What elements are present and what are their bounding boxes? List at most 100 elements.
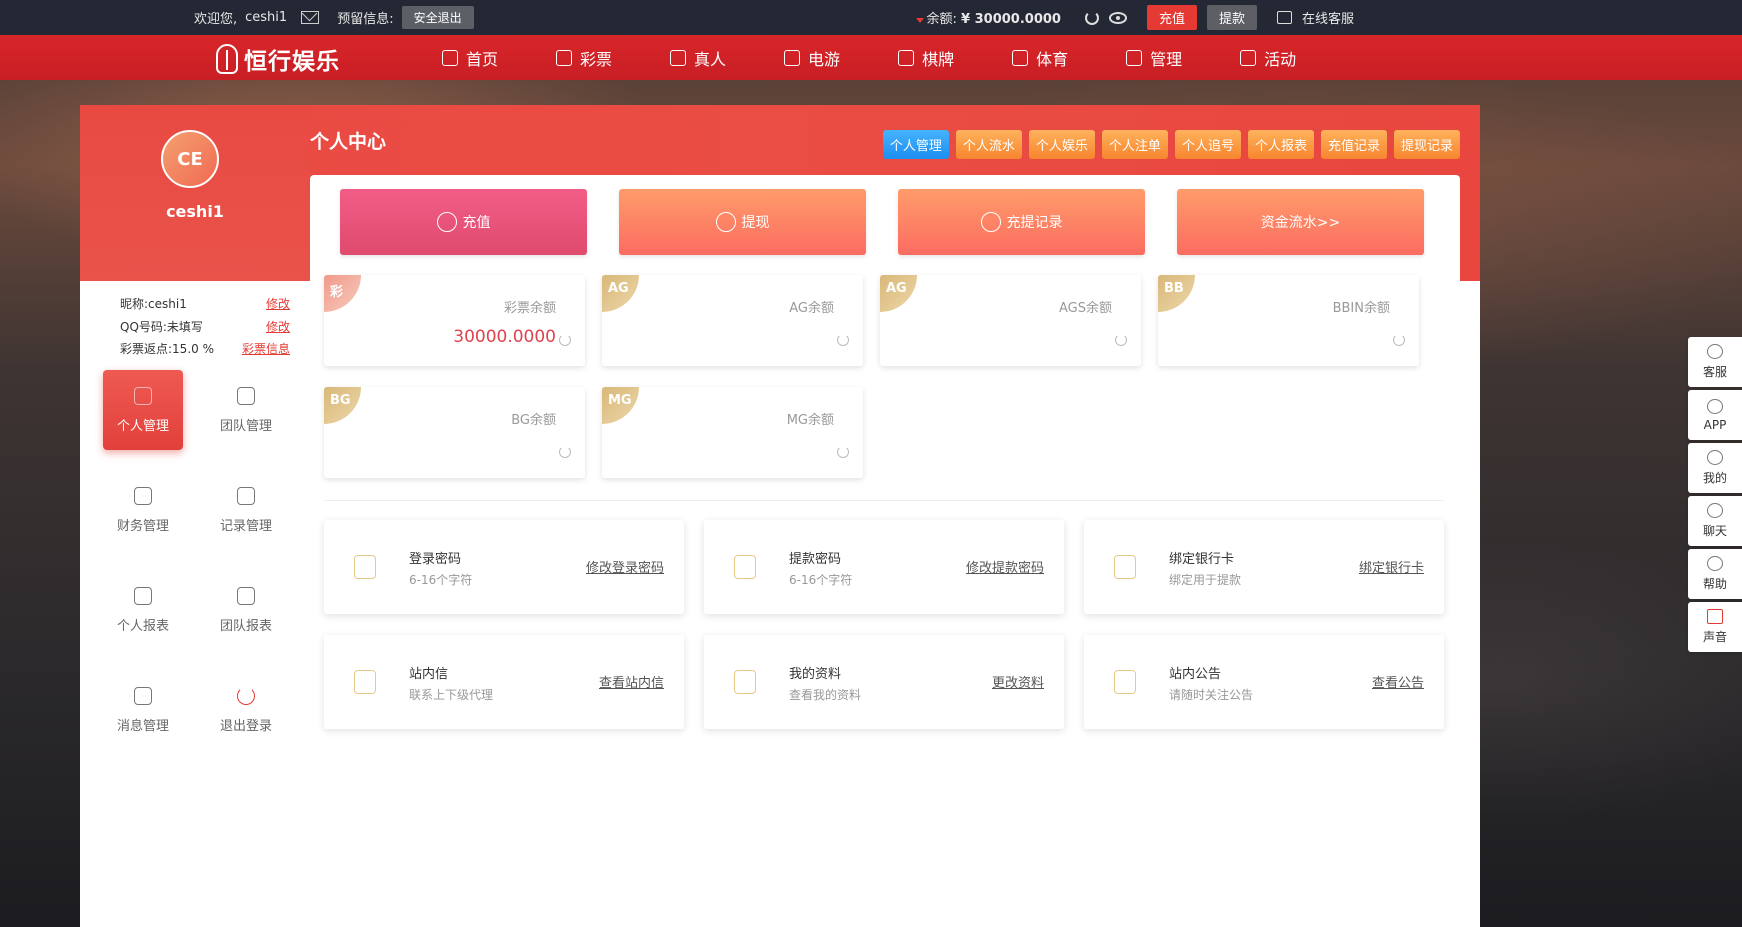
sidebar-menu-item-1[interactable]: 团队管理 (206, 370, 286, 450)
nav-item-6[interactable]: 管理 (1126, 46, 1182, 70)
float-app[interactable]: APP (1688, 390, 1742, 440)
speaker-icon (1114, 670, 1136, 694)
recharge-button[interactable]: 充值 (1146, 5, 1197, 30)
sidebar-menu-item-5[interactable]: 团队报表 (206, 570, 286, 650)
eye-icon[interactable] (1108, 11, 1127, 24)
tab-6[interactable]: 充值记录 (1320, 130, 1387, 159)
welcome-text: 欢迎您, (194, 12, 238, 27)
menu-item-label: 财务管理 (116, 518, 169, 534)
float-label: 客服 (1702, 365, 1727, 379)
action-button-3[interactable]: 资金流水>> (1177, 189, 1424, 255)
logout-button[interactable]: 安全退出 (401, 6, 474, 29)
profile-info-row: QQ号码:未填写 修改 (120, 318, 290, 335)
nav-item-3[interactable]: 电游 (784, 46, 840, 70)
wallet-name: BG余额 (511, 413, 556, 428)
refresh-icon[interactable] (837, 446, 849, 458)
card-link[interactable]: 修改登录密码 (586, 557, 664, 576)
float-headset[interactable]: 客服 (1688, 337, 1742, 387)
action-button-2[interactable]: 充提记录 (898, 189, 1145, 255)
profile-info-row: 昵称:ceshi1 修改 (120, 295, 290, 312)
soccer-icon (1012, 49, 1029, 66)
refresh-icon[interactable] (559, 446, 571, 458)
tab-1[interactable]: 个人流水 (955, 130, 1022, 159)
sidebar-menu-item-2[interactable]: 财务管理 (103, 470, 183, 550)
action-button-0[interactable]: 充值 (340, 189, 587, 255)
top-bar: 欢迎您, ceshi1 预留信息: 安全退出 余额: ¥ 30000.0000 … (0, 0, 1742, 35)
nav-item-label: 真人 (694, 49, 727, 69)
card-link[interactable]: 绑定银行卡 (1359, 557, 1424, 576)
float-label: APP (1703, 417, 1727, 432)
setting-card: 提款密码 6-16个字符 修改提款密码 (704, 520, 1064, 614)
yuan-icon (715, 212, 736, 232)
logo-mark-icon (216, 44, 238, 74)
nav-item-0[interactable]: 首页 (442, 46, 498, 70)
nav-item-7[interactable]: 活动 (1240, 46, 1296, 70)
sidebar-menu-item-4[interactable]: 个人报表 (103, 570, 183, 650)
menu-icon (134, 486, 152, 505)
refresh-icon[interactable] (837, 334, 849, 346)
nav-item-5[interactable]: 体育 (1012, 46, 1068, 70)
site-logo[interactable]: 恒行娱乐 (216, 42, 340, 76)
mail-icon[interactable] (301, 11, 320, 24)
wallet-icon (1114, 555, 1136, 579)
float-sound[interactable]: 声音 (1688, 602, 1742, 652)
avatar[interactable]: CE (161, 130, 219, 188)
action-label: 资金流水>> (1260, 215, 1341, 231)
card-link[interactable]: 修改提款密码 (966, 557, 1044, 576)
menu-icon (134, 686, 152, 705)
info-edit-link[interactable]: 彩票信息 (242, 340, 290, 357)
wallet-card: BB BBIN余额 (1158, 275, 1419, 366)
tab-5[interactable]: 个人报表 (1247, 130, 1314, 159)
action-button-1[interactable]: 提现 (619, 189, 866, 255)
nav-item-4[interactable]: 棋牌 (898, 46, 954, 70)
wallet-name: BBIN余额 (1332, 301, 1390, 316)
tab-0[interactable]: 个人管理 (882, 130, 949, 159)
tab-2[interactable]: 个人娱乐 (1028, 130, 1095, 159)
nav-item-label: 体育 (1036, 49, 1069, 69)
shield-icon (734, 555, 756, 579)
info-edit-link[interactable]: 修改 (266, 295, 290, 312)
content-panel: 充值 提现 充提记录 资金流水>> 彩彩票余额 30000.0000 AG AG余额 AG AG… (310, 175, 1460, 927)
float-help[interactable]: 帮助 (1688, 549, 1742, 599)
user-center-container: CE ceshi1 昵称:ceshi1 修改 QQ号码:未填写 修改 彩票返点:15.0… (80, 105, 1480, 927)
wallet-card: AG AG余额 (602, 275, 863, 366)
card-subtitle: 查看我的资料 (789, 688, 862, 702)
withdraw-button[interactable]: 提款 (1206, 5, 1257, 30)
power-icon (237, 686, 255, 705)
refresh-icon[interactable] (1115, 334, 1127, 346)
card-subtitle: 6-16个字符 (789, 573, 853, 587)
float-chat[interactable]: 聊天 (1688, 496, 1742, 546)
sidebar-menu-item-3[interactable]: 记录管理 (206, 470, 286, 550)
tab-4[interactable]: 个人追号 (1174, 130, 1241, 159)
card-title: 登录密码 (409, 552, 462, 567)
wallet-name: 彩票余额 (503, 301, 556, 316)
wallet-card: MG MG余额 (602, 387, 863, 478)
app-icon (1707, 398, 1723, 414)
sidebar-menu-item-7[interactable]: 退出登录 (206, 670, 286, 750)
float-user[interactable]: 我的 (1688, 443, 1742, 493)
sidebar-menu-item-0[interactable]: 个人管理 (103, 370, 183, 450)
card-subtitle: 绑定用于提款 (1169, 573, 1242, 587)
refresh-icon[interactable] (1084, 10, 1099, 25)
sidebar-menu-item-6[interactable]: 消息管理 (103, 670, 183, 750)
tab-3[interactable]: 个人注单 (1101, 130, 1168, 159)
tab-7[interactable]: 提现记录 (1393, 130, 1460, 159)
online-support-link[interactable]: 在线客服 (1302, 8, 1354, 27)
menu-item-label: 个人管理 (116, 418, 169, 434)
card-link[interactable]: 查看公告 (1372, 672, 1424, 691)
card-link[interactable]: 查看站内信 (599, 672, 664, 691)
refresh-icon[interactable] (1393, 334, 1405, 346)
refresh-icon[interactable] (559, 334, 571, 346)
menu-icon (237, 486, 255, 505)
card-title: 提款密码 (789, 552, 842, 567)
menu-item-label: 团队管理 (219, 418, 272, 434)
nav-item-label: 电游 (808, 49, 841, 69)
nav-item-1[interactable]: 彩票 (556, 46, 612, 70)
logo-text: 恒行娱乐 (244, 49, 340, 75)
menu-icon (134, 586, 152, 605)
info-edit-link[interactable]: 修改 (266, 318, 290, 335)
support-chat-icon (1276, 11, 1292, 24)
card-link[interactable]: 更改资料 (992, 672, 1044, 691)
nav-item-2[interactable]: 真人 (670, 46, 726, 70)
wallet-name: AG余额 (789, 301, 834, 316)
